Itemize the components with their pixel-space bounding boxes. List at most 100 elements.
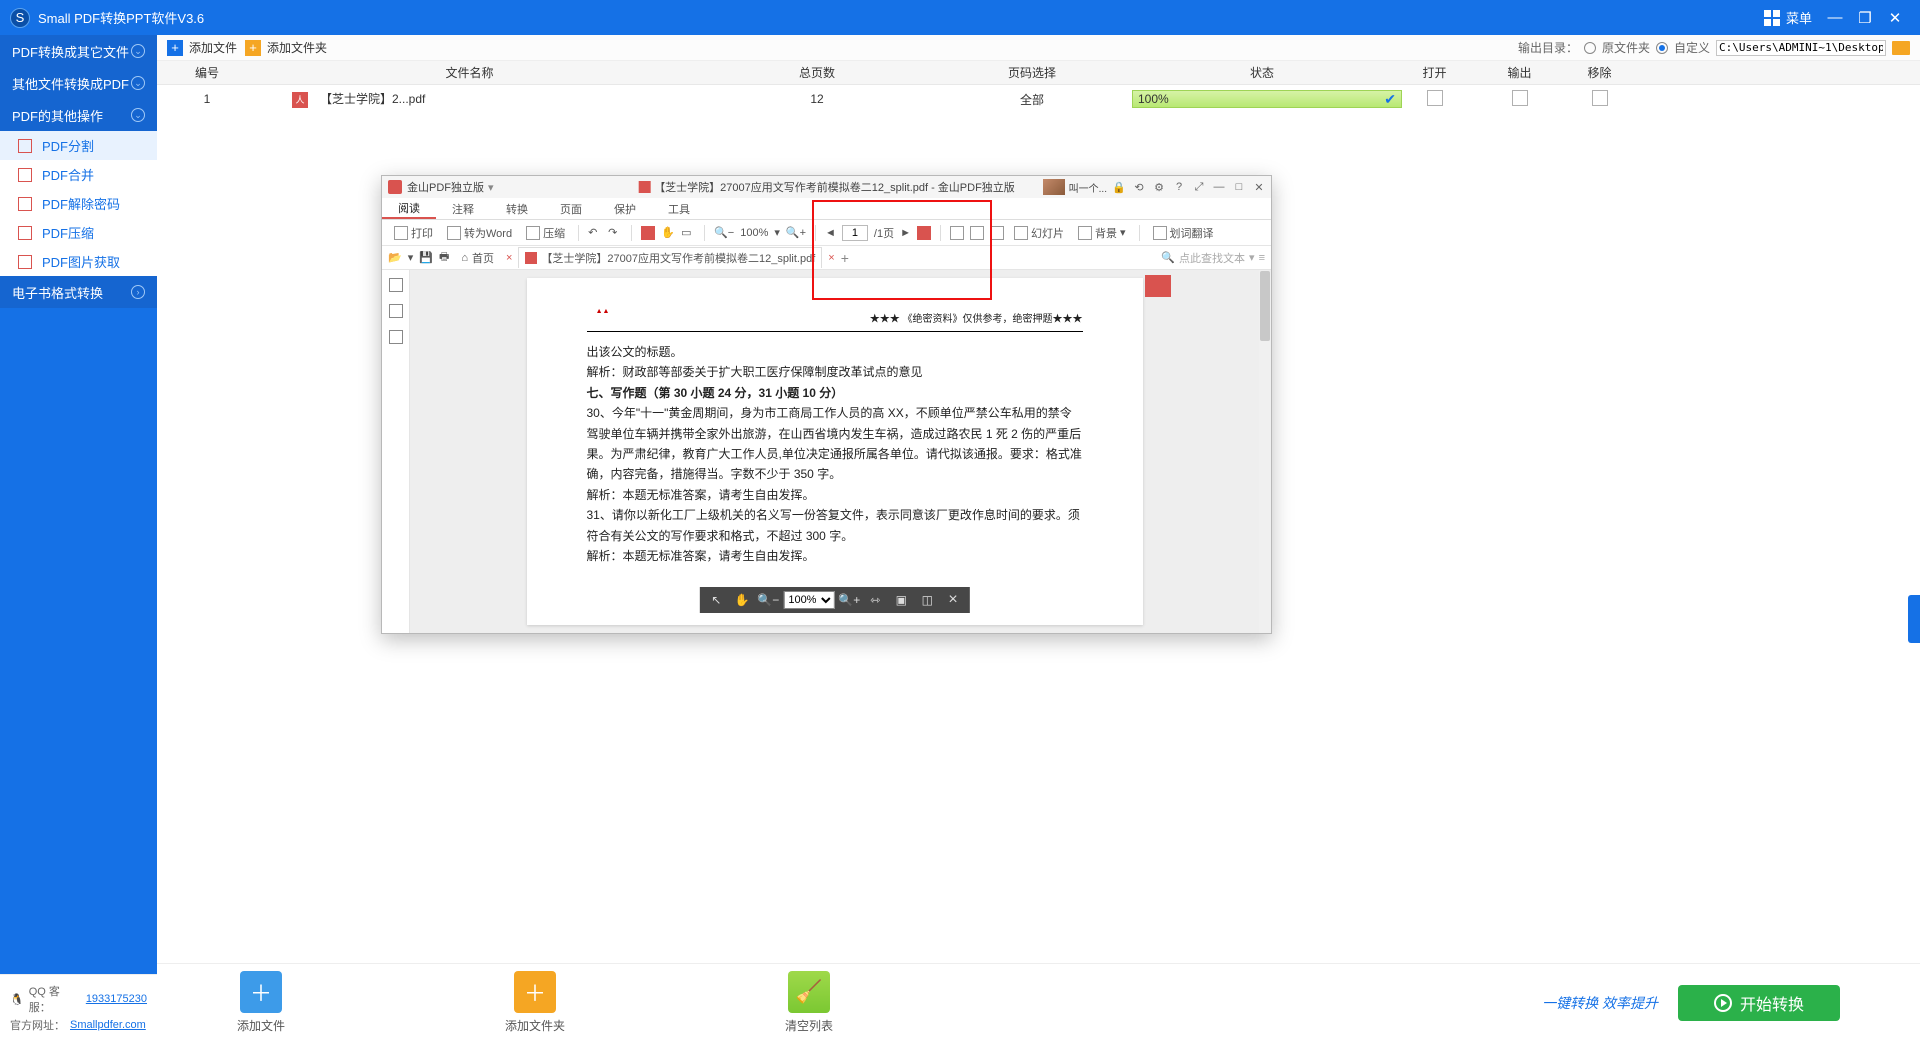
menu-protect[interactable]: 保护 [598, 198, 652, 219]
viewer-titlebar[interactable]: 金山PDF独立版 ▾ 【芝士学院】27007应用文写作考前模拟卷二12_spli… [382, 176, 1271, 198]
close-tab-icon[interactable]: × [506, 252, 512, 264]
footer-contact: 🐧QQ 客服：1933175230 官方网址：Smallpdfer.com [0, 974, 157, 1041]
open-icon[interactable]: 📂 [388, 251, 402, 264]
bookmarks-icon[interactable] [389, 304, 403, 318]
panel-icon: ≡ [1259, 252, 1265, 264]
minimize-button[interactable]: — [1820, 9, 1850, 26]
save-icon[interactable]: 💾 [419, 251, 433, 264]
hand-icon[interactable]: ✋ [661, 226, 675, 240]
sidebar-group-convert-to-pdf[interactable]: 其他文件转换成PDF⌄ [0, 67, 157, 99]
sidebar-item-pdf-merge[interactable]: PDF合并 [0, 160, 157, 189]
delete-icon[interactable] [1592, 90, 1608, 106]
menu-button[interactable]: 菜单 [1756, 4, 1820, 31]
thumbnails-icon[interactable] [389, 278, 403, 292]
help-icon[interactable]: ? [1171, 181, 1187, 193]
ad-thumb-icon[interactable] [1043, 179, 1065, 195]
undo-icon[interactable]: ↶ [588, 226, 602, 240]
slideshow-button[interactable]: 幻灯片 [1010, 223, 1068, 243]
refresh-icon[interactable]: ⟲ [1131, 181, 1147, 194]
translate-button[interactable]: 划词翻译 [1149, 223, 1218, 243]
side-drawer-handle[interactable] [1908, 595, 1920, 643]
home-tab[interactable]: ⌂首页 [455, 248, 500, 268]
search-box[interactable]: 🔍点此查找文本▾≡ [1161, 250, 1265, 266]
zoom-in-icon[interactable]: 🔍+ [838, 590, 860, 610]
pdf-icon: 人 [292, 92, 308, 108]
fullscreen-icon[interactable] [990, 226, 1004, 240]
zoom-out-icon[interactable]: 🔍− [757, 590, 779, 610]
big-add-folder-button[interactable]: ＋添加文件夹 [505, 971, 565, 1034]
fit-page-icon[interactable]: ▣ [890, 590, 912, 610]
table-row[interactable]: 1 人【芝士学院】2...pdf 12 全部 100%✔ [157, 85, 1920, 113]
viewer-close-button[interactable]: ✕ [1251, 181, 1267, 194]
sidebar-group-pdf-other[interactable]: PDF的其他操作⌄ [0, 99, 157, 131]
viewer-menubar: 阅读 注释 转换 页面 保护 工具 [382, 198, 1271, 220]
sidebar-item-pdf-unlock[interactable]: PDF解除密码 [0, 189, 157, 218]
sidebar-group-convert-from-pdf[interactable]: PDF转换成其它文件⌄ [0, 35, 157, 67]
open-icon[interactable] [1427, 90, 1443, 106]
viewer-minimize-button[interactable]: — [1211, 181, 1227, 193]
menu-convert[interactable]: 转换 [490, 198, 544, 219]
menu-read[interactable]: 阅读 [382, 198, 436, 219]
sidebar-item-pdf-split[interactable]: PDF分割 [0, 131, 157, 160]
output-icon[interactable] [1512, 90, 1528, 106]
layout1-icon[interactable] [950, 226, 964, 240]
fit-icon[interactable] [641, 226, 655, 240]
cursor-icon[interactable]: ↖ [705, 590, 727, 610]
sidebar: PDF转换成其它文件⌄ 其他文件转换成PDF⌄ PDF的其他操作⌄ PDF分割 … [0, 35, 157, 1000]
start-convert-button[interactable]: 开始转换 [1678, 985, 1840, 1021]
layout2-icon[interactable] [970, 226, 984, 240]
close-button[interactable]: ✕ [1880, 9, 1910, 27]
print-icon[interactable]: 🖶 [439, 248, 449, 267]
expand-icon[interactable]: ⤢ [1191, 181, 1207, 194]
zoom-out-icon[interactable]: 🔍− [714, 226, 734, 239]
corner-badge-icon[interactable] [1145, 275, 1171, 297]
qq-link[interactable]: 1933175230 [86, 993, 147, 1005]
fit-width-icon[interactable]: ⇿ [864, 590, 886, 610]
sidebar-group-ebook[interactable]: 电子书格式转换› [0, 276, 157, 308]
folder-icon[interactable] [1892, 41, 1910, 55]
select-icon[interactable]: ▭ [681, 226, 695, 240]
attachments-icon[interactable] [389, 330, 403, 344]
zoom-in-icon[interactable]: 🔍+ [786, 226, 806, 239]
add-file-button[interactable]: +添加文件 [167, 39, 237, 56]
print-button[interactable]: 打印 [390, 223, 437, 243]
translate-icon [1153, 226, 1167, 240]
close-tab-icon[interactable]: × [828, 252, 834, 264]
radio-source-folder[interactable] [1584, 42, 1596, 54]
scrollbar[interactable] [1259, 270, 1271, 633]
sidebar-item-pdf-compress[interactable]: PDF压缩 [0, 218, 157, 247]
app-logo-icon: S [10, 8, 30, 28]
big-add-file-button[interactable]: ＋添加文件 [237, 971, 285, 1034]
menu-page[interactable]: 页面 [544, 198, 598, 219]
website-link[interactable]: Smallpdfer.com [70, 1019, 146, 1031]
page-canvas[interactable]: ▲▲ ★★★ 《绝密资料》仅供参考，绝密押题★★★ 出该公文的标题。 解析：财政… [410, 270, 1259, 633]
file-icon [18, 255, 32, 269]
float-close-icon[interactable]: × [942, 591, 963, 609]
prev-page-icon[interactable]: ◄ [825, 227, 836, 239]
compress-button[interactable]: 压缩 [522, 223, 569, 243]
gear-icon[interactable]: ⚙ [1151, 181, 1167, 194]
page-input[interactable] [842, 225, 868, 241]
radio-custom-folder[interactable] [1656, 42, 1668, 54]
file-tab[interactable]: 【芝士学院】27007应用文写作考前模拟卷二12_split.pdf [518, 247, 822, 268]
lock-icon[interactable]: 🔒 [1111, 181, 1127, 194]
float-zoom-select[interactable]: 100% [783, 591, 834, 609]
sidebar-item-pdf-extract-images[interactable]: PDF图片获取 [0, 247, 157, 276]
menu-annotate[interactable]: 注释 [436, 198, 490, 219]
next-page-icon[interactable]: ► [900, 227, 911, 239]
hand-icon[interactable]: ✋ [731, 590, 753, 610]
to-word-button[interactable]: 转为Word [443, 223, 516, 243]
add-folder-button[interactable]: +添加文件夹 [245, 39, 327, 56]
viewer-maximize-button[interactable]: □ [1231, 181, 1247, 193]
menu-tools[interactable]: 工具 [652, 198, 706, 219]
dual-page-icon[interactable]: ◫ [916, 590, 938, 610]
redo-icon[interactable]: ↷ [608, 226, 622, 240]
new-tab-button[interactable]: + [841, 250, 849, 266]
big-clear-button[interactable]: 🧹清空列表 [785, 971, 833, 1034]
maximize-button[interactable]: ❐ [1850, 9, 1880, 27]
output-label: 输出目录： [1518, 39, 1578, 56]
bookmark-icon[interactable] [917, 226, 931, 240]
output-path-input[interactable] [1716, 40, 1886, 56]
background-button[interactable]: 背景▾ [1074, 223, 1130, 243]
word-icon [447, 226, 461, 240]
